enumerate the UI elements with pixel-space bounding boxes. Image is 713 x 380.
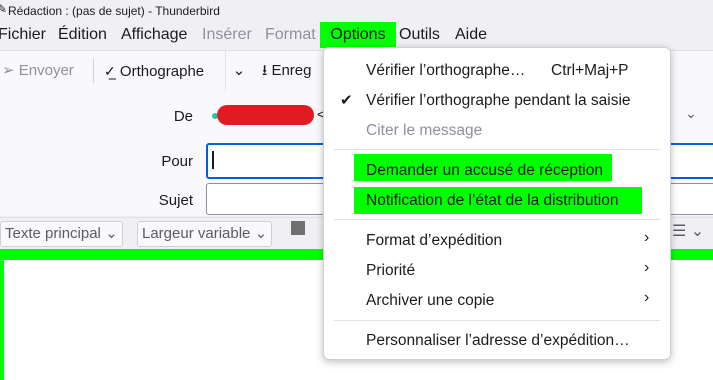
- options-menu-popup: Vérifier l’orthographe… Ctrl+Maj+P ✔ Vér…: [323, 47, 671, 360]
- chevron-down-icon: ⌄: [105, 225, 118, 242]
- menuitem-archive-copy[interactable]: Archiver une copie ›: [324, 286, 670, 316]
- send-icon: ➢: [2, 62, 15, 79]
- window-title: Rédaction : (pas de sujet) - Thunderbird: [8, 4, 220, 18]
- menu-fichier[interactable]: Fichier: [0, 22, 48, 48]
- menu-options[interactable]: Options: [320, 22, 396, 48]
- menu-outils[interactable]: Outils: [397, 22, 442, 48]
- menu-separator: [334, 149, 660, 150]
- menu-separator: [334, 219, 660, 220]
- chevron-right-icon: ›: [644, 229, 650, 246]
- menu-inserer[interactable]: Insérer: [200, 22, 254, 48]
- menuitem-priority[interactable]: Priorité ›: [324, 256, 670, 286]
- title-bar: ✎ Rédaction : (pas de sujet) - Thunderbi…: [0, 0, 713, 22]
- text-caret: [212, 151, 214, 169]
- menu-format[interactable]: Format: [263, 22, 318, 48]
- redacted-sender: [217, 105, 314, 125]
- font-select[interactable]: Largeur variable ⌄: [137, 221, 273, 247]
- menu-affichage[interactable]: Affichage: [119, 22, 189, 48]
- spelling-dropdown-button[interactable]: ⌄: [225, 51, 252, 91]
- menuitem-spell-as-you-type[interactable]: ✔ Vérifier l’orthographe pendant la sais…: [324, 86, 670, 116]
- spellcheck-icon: ✓̲: [104, 63, 116, 79]
- menu-separator: [334, 320, 660, 321]
- menuitem-return-receipt[interactable]: Demander un accusé de réception: [324, 156, 670, 186]
- download-icon: ⭳: [262, 62, 268, 79]
- from-label: De: [173, 108, 193, 125]
- menuitem-quote-message[interactable]: Citer le message: [324, 116, 670, 146]
- menuitem-customize-from-address[interactable]: Personnaliser l’adresse d’expédition…: [324, 326, 670, 356]
- spelling-button[interactable]: ✓̲ Orthographe: [104, 51, 204, 91]
- chevron-down-icon: ⌄: [254, 225, 268, 242]
- menuitem-delivery-format[interactable]: Format d’expédition ›: [324, 226, 670, 256]
- chevron-right-icon: ›: [644, 289, 650, 306]
- send-button[interactable]: ➢ Envoyer: [2, 51, 74, 91]
- chevron-right-icon: ›: [644, 259, 650, 276]
- to-label: Pour: [161, 153, 193, 170]
- menu-bar: Fichier Édition Affichage Insérer Format…: [0, 22, 713, 48]
- chevron-down-icon[interactable]: ⌄: [685, 105, 697, 122]
- paragraph-format-select[interactable]: Texte principal ⌄: [0, 221, 123, 247]
- text-color-swatch[interactable]: [291, 221, 305, 235]
- subject-label: Sujet: [158, 192, 193, 209]
- menu-aide[interactable]: Aide: [453, 22, 489, 48]
- toolbar-separator: [93, 59, 94, 83]
- pencil-icon: ✎: [0, 2, 8, 16]
- save-button[interactable]: ⭳ Enreg: [262, 51, 311, 91]
- align-icon[interactable]: ☰ ⌄: [672, 221, 704, 241]
- menuitem-delivery-status-notification[interactable]: Notification de l’état de la distributio…: [324, 186, 670, 216]
- menuitem-check-spelling[interactable]: Vérifier l’orthographe… Ctrl+Maj+P: [324, 56, 670, 86]
- menu-edition[interactable]: Édition: [56, 22, 109, 48]
- chevron-down-icon: ⌄: [232, 62, 246, 79]
- checkmark-icon: ✔: [340, 92, 353, 109]
